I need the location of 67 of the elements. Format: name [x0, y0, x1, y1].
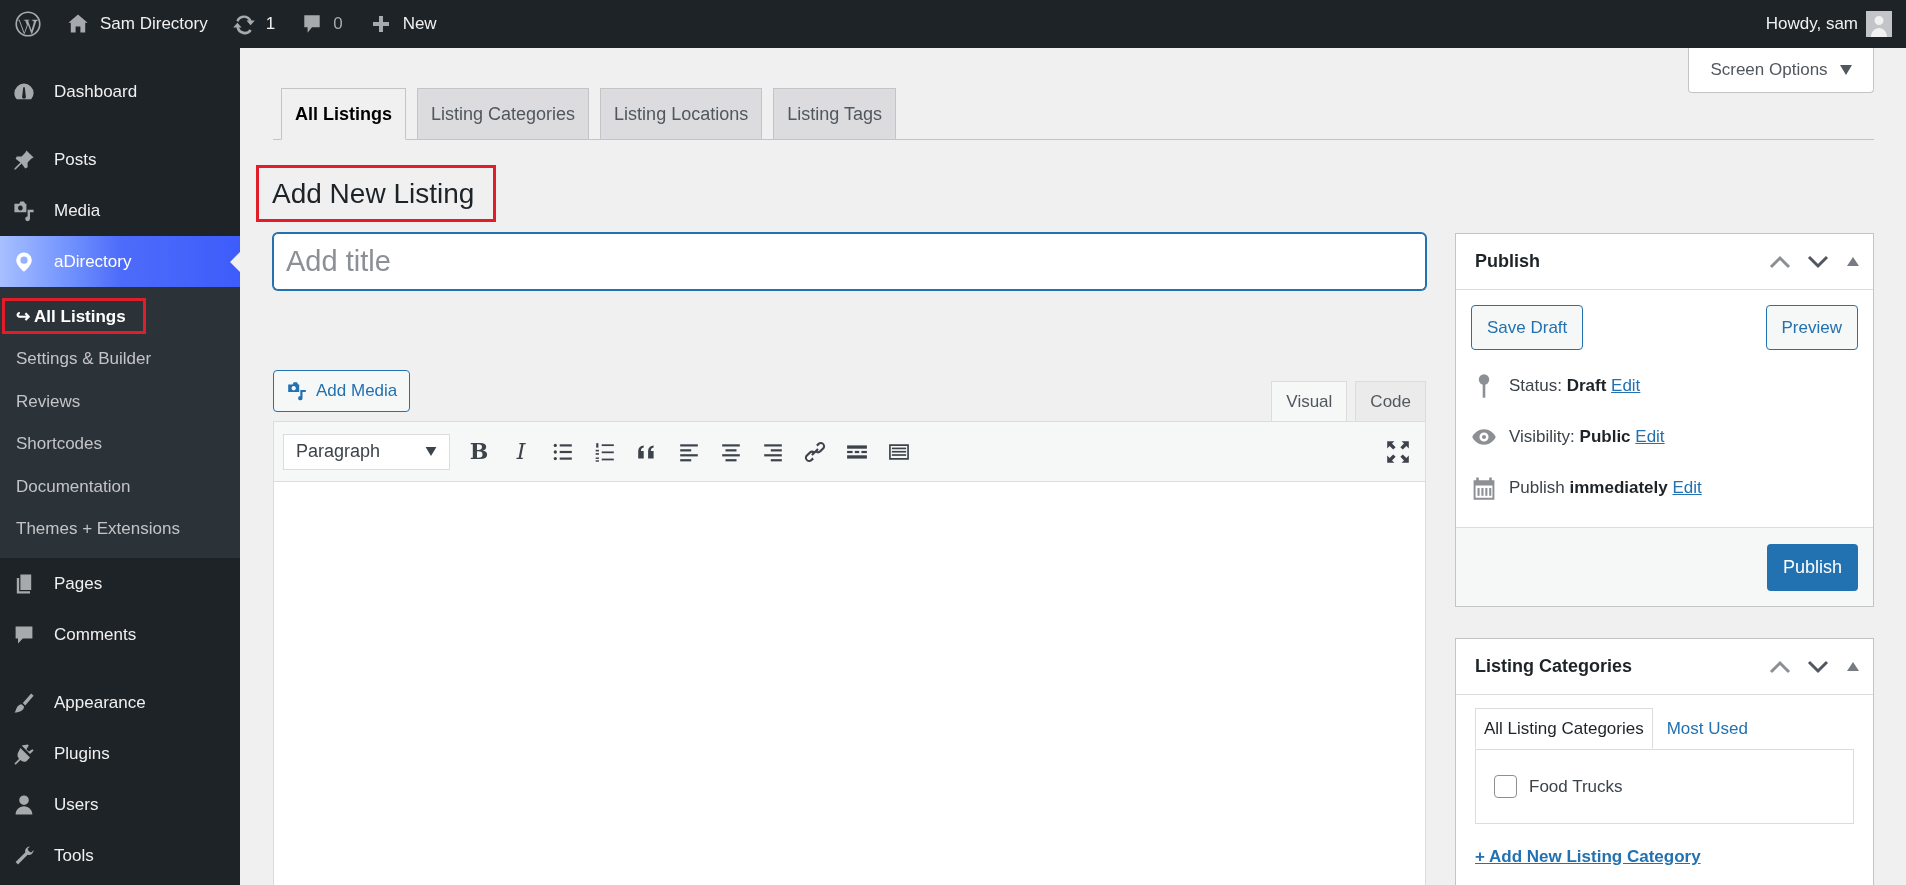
caret-down-icon [425, 447, 437, 456]
add-category-link[interactable]: + Add New Listing Category [1475, 844, 1701, 870]
tab[interactable]: Listing Categories [417, 88, 590, 140]
pushpin-icon [12, 147, 36, 172]
plug-icon [12, 741, 36, 766]
publish-setting-text: Visibility: Public Edit [1509, 425, 1665, 448]
submenu-item[interactable]: Themes + Extensions [0, 510, 196, 547]
preview-button[interactable]: Preview [1765, 305, 1858, 350]
chevron-down-icon[interactable] [1807, 254, 1829, 269]
wordpress-logo-icon[interactable] [14, 10, 42, 38]
submenu-item[interactable]: ↪ All Listings [2, 298, 146, 335]
publish-setting-text: Publish immediately Edit [1509, 476, 1702, 499]
sidebar-menu-item[interactable]: Pages [0, 558, 240, 609]
submenu-item[interactable]: Documentation [0, 468, 147, 505]
numbered-list-icon[interactable] [594, 440, 616, 463]
edit-link[interactable]: Edit [1672, 477, 1702, 497]
update-count[interactable]: 1 [265, 11, 276, 37]
sidebar-menu-item[interactable]: Appearance [0, 677, 240, 728]
editor-mode-tab[interactable]: Visual [1271, 381, 1348, 422]
publish-button[interactable]: Publish [1766, 543, 1858, 591]
comment-count[interactable]: 0 [333, 11, 343, 37]
tab[interactable]: All Listings [281, 88, 406, 140]
category-label: Food Trucks [1529, 775, 1623, 798]
sidebar-menu-item[interactable]: Posts [0, 134, 240, 185]
editor-mode-tab[interactable]: Code [1355, 381, 1426, 422]
sidebar-menu-item[interactable]: Comments [0, 609, 240, 660]
sidebar-menu-item[interactable]: Media [0, 185, 240, 236]
link-icon[interactable] [804, 440, 826, 463]
sidebar-menu-item[interactable]: Tools [0, 830, 240, 881]
media-icon [286, 380, 308, 402]
submenu-item[interactable]: Reviews [0, 383, 97, 420]
publish-setting-text: Status: Draft Edit [1509, 374, 1641, 397]
submenu-item[interactable]: Shortcodes [0, 425, 118, 462]
save-draft-button[interactable]: Save Draft [1471, 305, 1584, 350]
format-dropdown[interactable]: Paragraph [283, 433, 450, 470]
chevron-down-icon[interactable] [1807, 659, 1829, 674]
submenu-item[interactable]: Settings & Builder [0, 340, 168, 377]
greeting-link[interactable]: Howdy, sam [1765, 11, 1858, 37]
tab[interactable]: Listing Locations [600, 88, 763, 140]
checkbox[interactable] [1494, 775, 1517, 798]
category-tab[interactable]: All Listing Categories [1475, 708, 1653, 749]
title-field[interactable]: Add title [273, 233, 1426, 290]
screen-options-button[interactable]: Screen Options [1688, 48, 1874, 93]
caret-down-icon [1839, 65, 1852, 75]
chevron-up-icon[interactable] [1769, 254, 1791, 269]
add-media-button[interactable]: Add Media [273, 370, 411, 412]
box-title: Listing Categories [1475, 655, 1634, 678]
category-tab[interactable]: Most Used [1652, 708, 1762, 749]
italic-button[interactable]: I [504, 434, 538, 469]
sidebar-menu-item[interactable]: Users [0, 779, 240, 830]
triangle-up-icon[interactable] [1847, 662, 1859, 671]
page-heading: Add New Listing [256, 165, 497, 222]
sidebar-menu-item[interactable]: Plugins [0, 728, 240, 779]
edit-link[interactable]: Edit [1635, 426, 1665, 446]
box-title: Publish [1475, 250, 1541, 273]
current-indicator-icon [230, 251, 240, 272]
edit-link[interactable]: Edit [1611, 375, 1641, 395]
new-link[interactable]: New [402, 11, 437, 37]
bold-button[interactable]: B [462, 434, 496, 469]
sidebar-menu-item[interactable]: Dashboard [0, 66, 240, 117]
triangle-up-icon[interactable] [1847, 257, 1859, 266]
chevron-up-icon[interactable] [1769, 659, 1791, 674]
media-icon [12, 198, 36, 223]
site-name-link[interactable]: Sam Directory [100, 11, 208, 37]
plus-icon[interactable] [370, 14, 391, 34]
tab[interactable]: Listing Tags [773, 88, 896, 140]
fullscreen-icon[interactable] [1386, 439, 1410, 464]
